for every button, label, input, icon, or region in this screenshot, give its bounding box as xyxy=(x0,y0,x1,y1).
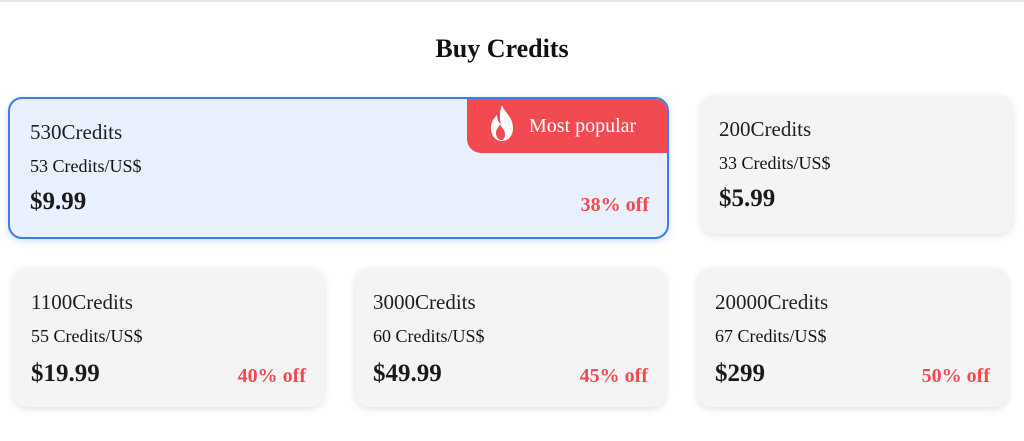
plan-discount: 38% off xyxy=(580,194,649,216)
most-popular-badge: Most popular xyxy=(467,99,667,153)
plan-credits: 1100Credits xyxy=(31,290,133,314)
plan-card-1100-credits[interactable]: 1100Credits 55 Credits/US$ $19.99 40% of… xyxy=(13,268,324,407)
plan-credits: 20000Credits xyxy=(715,290,829,314)
plan-rate: 33 Credits/US$ xyxy=(719,153,831,173)
plan-price: $49.99 xyxy=(373,360,442,387)
page-title: Buy Credits xyxy=(435,34,569,63)
plan-price: $299 xyxy=(715,360,765,387)
plan-card-200-credits[interactable]: 200Credits 33 Credits/US$ $5.99 xyxy=(701,95,1012,234)
most-popular-label: Most popular xyxy=(529,115,637,137)
plan-price: $19.99 xyxy=(31,360,100,387)
top-divider xyxy=(0,0,1024,2)
plan-discount: 40% off xyxy=(237,365,306,387)
plan-rate: 60 Credits/US$ xyxy=(373,326,485,346)
plan-credits: 200Credits xyxy=(719,117,812,141)
plan-card-3000-credits[interactable]: 3000Credits 60 Credits/US$ $49.99 45% of… xyxy=(355,268,666,407)
plan-credits: 530Credits xyxy=(30,120,123,144)
flame-icon xyxy=(491,105,513,141)
plan-card-20000-credits[interactable]: 20000Credits 67 Credits/US$ $299 50% off xyxy=(697,268,1008,407)
plan-card-530-credits[interactable]: Most popular 530Credits 53 Credits/US$ $… xyxy=(8,97,669,239)
plan-discount: 45% off xyxy=(579,365,648,387)
plan-rate: 67 Credits/US$ xyxy=(715,326,827,346)
plan-price: $5.99 xyxy=(719,185,776,212)
plan-rate: 53 Credits/US$ xyxy=(30,156,142,176)
plan-discount: 50% off xyxy=(921,365,990,387)
plan-rate: 55 Credits/US$ xyxy=(31,326,143,346)
plan-credits: 3000Credits xyxy=(373,290,476,314)
plan-price: $9.99 xyxy=(30,188,87,215)
